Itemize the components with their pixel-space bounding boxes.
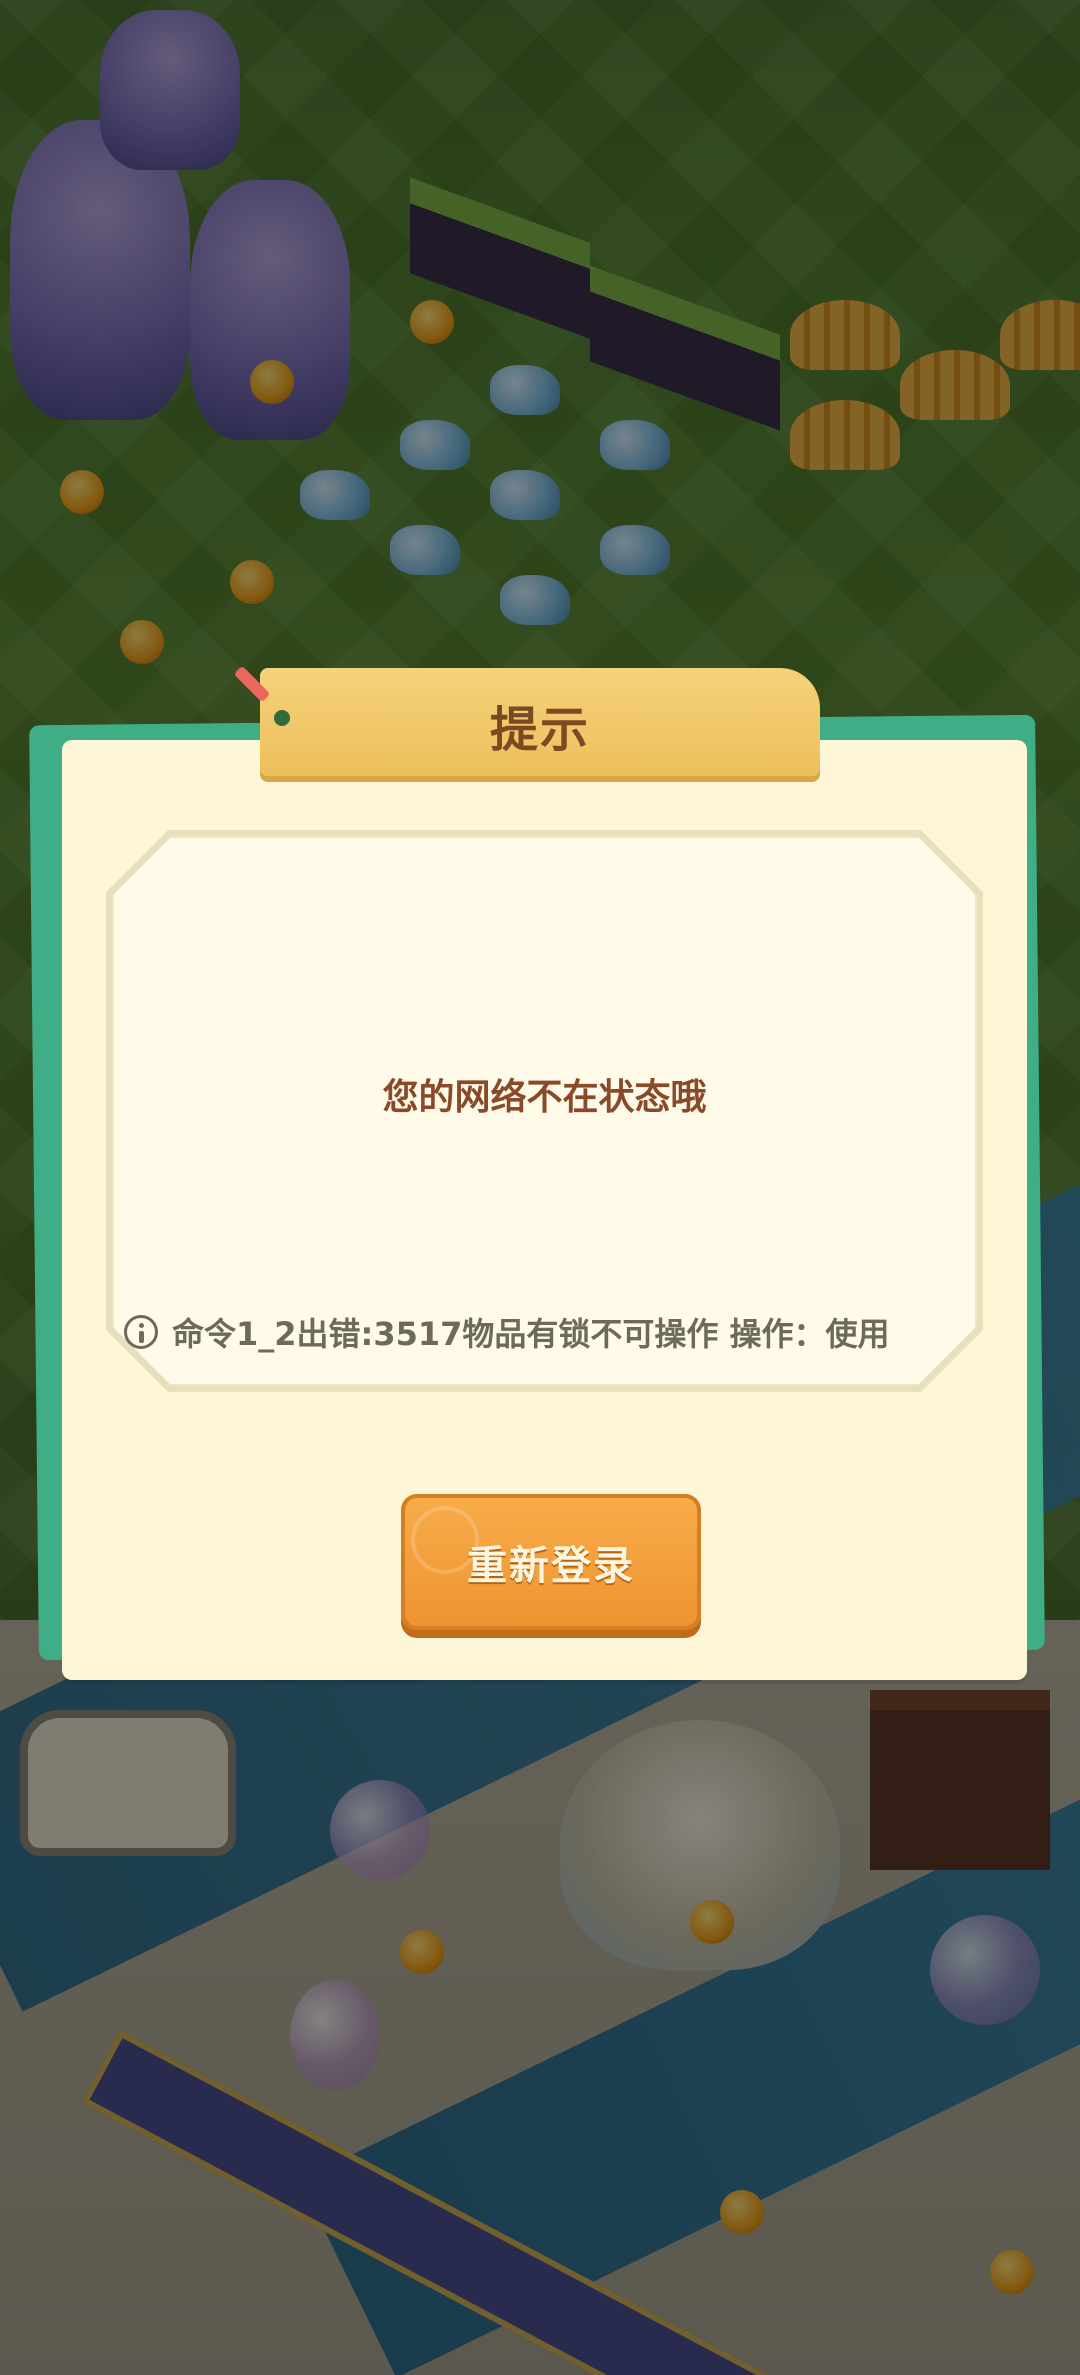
error-detail: 命令1_2出错:3517物品有锁不可操作 操作：使用 (124, 1308, 964, 1356)
network-error-message: 您的网络不在状态哦 (382, 1077, 707, 1118)
dialog-title-banner: 提示 (260, 668, 820, 776)
error-detail-text: 命令1_2出错:3517物品有锁不可操作 操作：使用 (172, 1315, 890, 1353)
info-icon (124, 1315, 158, 1349)
relogin-button-label: 重新登录 (467, 1543, 635, 1589)
relogin-button[interactable]: 重新登录 (401, 1494, 701, 1630)
dialog-title: 提示 (489, 702, 590, 758)
